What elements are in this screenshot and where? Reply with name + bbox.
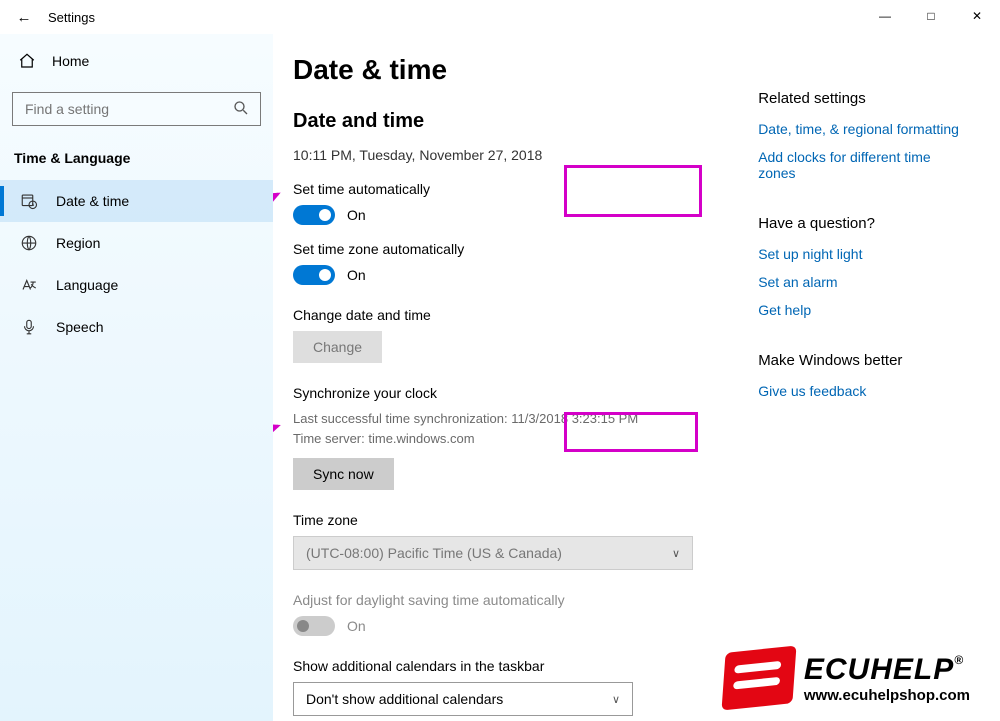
watermark: ECUHELP® www.ecuhelpshop.com [724,649,970,707]
globe-icon [20,234,42,252]
calendar-clock-icon [20,192,42,210]
sidebar-item-label: Region [56,235,100,251]
set-time-auto-state: On [347,207,366,223]
dst-state: On [347,618,366,634]
search-icon [232,99,250,120]
sidebar-item-region[interactable]: Region [0,222,273,264]
set-tz-auto-state: On [347,267,366,283]
change-date-label: Change date and time [293,307,698,323]
main-column: Date & time Date and time 10:11 PM, Tues… [293,54,698,721]
make-windows-better: Make Windows better Give us feedback [758,352,970,399]
back-button[interactable]: ← [0,9,48,26]
setting-set-time-auto: Set time automatically On [293,181,698,225]
chevron-down-icon: ∨ [672,547,680,560]
set-tz-auto-toggle[interactable] [293,265,335,285]
set-time-auto-toggle[interactable] [293,205,335,225]
sync-now-button[interactable]: Sync now [293,458,394,490]
sidebar-item-language[interactable]: Language [0,264,273,306]
section-date-and-time: Date and time [293,110,698,133]
chevron-down-icon: ∨ [612,693,620,706]
set-time-auto-label: Set time automatically [293,181,698,197]
better-title: Make Windows better [758,352,970,369]
setting-timezone: Time zone (UTC-08:00) Pacific Time (US &… [293,512,698,570]
sidebar-home[interactable]: Home [12,44,261,78]
timezone-label: Time zone [293,512,698,528]
watermark-url: www.ecuhelpshop.com [804,687,970,704]
link-night-light[interactable]: Set up night light [758,246,970,262]
have-a-question: Have a question? Set up night light Set … [758,215,970,318]
sidebar: Home Time & Language Date & time Region [0,34,273,721]
dst-label: Adjust for daylight saving time automati… [293,592,698,608]
sidebar-item-date-time[interactable]: Date & time [0,180,273,222]
minimize-button[interactable]: — [862,0,908,32]
link-add-clocks[interactable]: Add clocks for different time zones [758,149,970,181]
setting-additional-calendars: Show additional calendars in the taskbar… [293,658,698,716]
timezone-select: (UTC-08:00) Pacific Time (US & Canada) ∨ [293,536,693,570]
current-datetime: 10:11 PM, Tuesday, November 27, 2018 [293,147,698,163]
search-box[interactable] [12,92,261,126]
sidebar-item-label: Language [56,277,118,293]
link-get-help[interactable]: Get help [758,302,970,318]
related-settings: Related settings Date, time, & regional … [758,90,970,181]
maximize-button[interactable]: □ [908,0,954,32]
window-title: Settings [48,10,95,25]
language-icon [20,276,42,294]
content-area: Date & time Date and time 10:11 PM, Tues… [273,34,1000,721]
sync-last: Last successful time synchronization: 11… [293,409,698,429]
link-set-alarm[interactable]: Set an alarm [758,274,970,290]
calendars-value: Don't show additional calendars [306,691,503,707]
title-bar: ← Settings [0,0,1000,34]
right-column: Related settings Date, time, & regional … [758,54,970,721]
close-button[interactable]: ✕ [954,0,1000,32]
watermark-brand: ECUHELP® [804,653,970,687]
set-tz-auto-label: Set time zone automatically [293,241,698,257]
setting-sync-clock: Synchronize your clock Last successful t… [293,385,698,490]
sync-server: Time server: time.windows.com [293,429,698,449]
sidebar-item-speech[interactable]: Speech [0,306,273,348]
setting-dst: Adjust for daylight saving time automati… [293,592,698,636]
sidebar-home-label: Home [52,53,89,69]
dst-toggle [293,616,335,636]
annotation-arrow-2 [273,414,293,464]
home-icon [18,52,40,70]
change-button: Change [293,331,382,363]
sidebar-item-label: Date & time [56,193,129,209]
setting-change-datetime: Change date and time Change [293,307,698,363]
watermark-logo-icon [721,646,796,711]
microphone-icon [20,318,42,336]
page-title: Date & time [293,54,698,86]
window-controls: — □ ✕ [862,0,1000,32]
timezone-value: (UTC-08:00) Pacific Time (US & Canada) [306,545,562,561]
sync-title: Synchronize your clock [293,385,698,401]
link-feedback[interactable]: Give us feedback [758,383,970,399]
question-title: Have a question? [758,215,970,232]
sidebar-group-header: Time & Language [12,144,261,180]
calendars-select[interactable]: Don't show additional calendars ∨ [293,682,633,716]
calendars-label: Show additional calendars in the taskbar [293,658,698,674]
link-regional-formatting[interactable]: Date, time, & regional formatting [758,121,970,137]
sidebar-item-label: Speech [56,319,103,335]
annotation-arrow-1 [273,184,293,244]
search-input[interactable] [23,100,232,118]
nav-list: Date & time Region Language Speech [0,180,273,348]
related-title: Related settings [758,90,970,107]
setting-set-tz-auto: Set time zone automatically On [293,241,698,285]
